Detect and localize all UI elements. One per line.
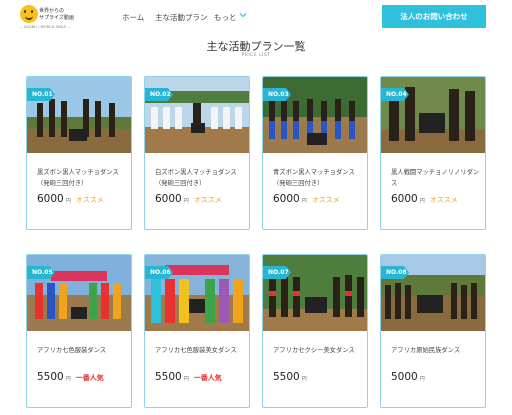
plan-price: 6000 xyxy=(273,193,300,205)
page-subtitle: PRICE LIST xyxy=(241,53,271,58)
plan-name: 青ズボン黒人マッチョダンス（発砲三回付き） xyxy=(273,169,355,187)
plan-price-row: 6000 円 オススメ xyxy=(273,193,340,205)
plan-card-7[interactable]: NO.07 アフリカセクシー美女ダンス 5500 円 xyxy=(262,254,368,408)
currency-label: 円 xyxy=(301,198,307,204)
recommend-tag: オススメ xyxy=(193,196,222,204)
plan-name: 白ズボン黒人マッチョダンス（発砲三回付き） xyxy=(155,169,237,187)
page-title: 主な活動プラン一覧 xyxy=(206,40,306,53)
plan-price-row: 6000 円 オススメ xyxy=(391,193,458,205)
plan-name: アフリカ原始民族ダンス xyxy=(391,347,461,354)
plan-number-badge: NO.01 xyxy=(27,88,55,101)
plan-price: 5500 xyxy=(273,371,300,383)
plan-number-badge: NO.08 xyxy=(381,266,409,279)
currency-label: 円 xyxy=(65,198,71,204)
plan-card-6[interactable]: NO.06 アフリカ七色服装美女ダンス 5500 円 一番人気 xyxy=(144,254,250,408)
nav-plans[interactable]: 主な活動プラン xyxy=(155,12,208,23)
plan-card-8[interactable]: NO.08 アフリカ原始民族ダンス 5000 円 xyxy=(380,254,486,408)
plan-number-badge: NO.07 xyxy=(263,266,291,279)
plan-name: アフリカ七色服装美女ダンス xyxy=(155,347,237,354)
plan-price-row: 5500 円 一番人気 xyxy=(37,371,104,383)
plan-card-3[interactable]: NO.03 青ズボン黒人マッチョダンス（発砲三回付き） 6000 円 オススメ xyxy=(262,76,368,230)
logo-text-line2: サプライズ動画 xyxy=(39,15,74,21)
site-logo[interactable]: 世界からの サプライズ動画 -- ASOBU / WORLD SMILE -- xyxy=(20,4,74,30)
plan-card-4[interactable]: NO.04 黒人戦闘マッチョノリノリダンス 6000 円 オススメ xyxy=(380,76,486,230)
popular-tag: 一番人気 xyxy=(193,374,222,382)
site-header: 世界からの サプライズ動画 -- ASOBU / WORLD SMILE -- … xyxy=(0,0,512,36)
plan-name: 黒ズボン黒人マッチョダンス（発砲三回付き） xyxy=(37,169,119,187)
plan-price: 6000 xyxy=(37,193,64,205)
plan-price-row: 5000 円 xyxy=(391,371,425,383)
recommend-tag: オススメ xyxy=(311,196,340,204)
logo-tagline: -- ASOBU / WORLD SMILE -- xyxy=(20,25,71,29)
recommend-tag: オススメ xyxy=(75,196,104,204)
plan-number-badge: NO.02 xyxy=(145,88,173,101)
plan-number-badge: NO.05 xyxy=(27,266,55,279)
plan-number-badge: NO.06 xyxy=(145,266,173,279)
popular-tag: 一番人気 xyxy=(75,374,104,382)
logo-text-line1: 世界からの xyxy=(39,8,65,14)
plan-card-2[interactable]: NO.02 白ズボン黒人マッチョダンス（発砲三回付き） 6000 円 オススメ xyxy=(144,76,250,230)
plan-price: 6000 xyxy=(391,193,418,205)
plan-price: 5500 xyxy=(155,371,182,383)
plan-price: 6000 xyxy=(155,193,182,205)
plan-card-5[interactable]: NO.05 アフリカ七色服装ダンス 5500 円 一番人気 xyxy=(26,254,132,408)
plan-price-row: 6000 円 オススメ xyxy=(37,193,104,205)
currency-label: 円 xyxy=(183,376,189,382)
plan-price-row: 6000 円 オススメ xyxy=(155,193,222,205)
plan-number-badge: NO.03 xyxy=(263,88,291,101)
smiley-sun-icon xyxy=(20,5,38,23)
plan-price: 5000 xyxy=(391,371,418,383)
currency-label: 円 xyxy=(419,198,425,204)
plan-name: アフリカセクシー美女ダンス xyxy=(273,347,355,354)
recommend-tag: オススメ xyxy=(429,196,458,204)
nav-more[interactable]: もっと xyxy=(214,12,237,23)
plan-price-row: 5500 円 一番人気 xyxy=(155,371,222,383)
corporate-contact-button[interactable]: 法人のお問い合わせ xyxy=(382,5,486,28)
plan-name: 黒人戦闘マッチョノリノリダンス xyxy=(391,169,480,187)
nav-home[interactable]: ホーム xyxy=(122,12,144,23)
plan-price-row: 5500 円 xyxy=(273,371,307,383)
currency-label: 円 xyxy=(301,376,307,382)
plan-number-badge: NO.04 xyxy=(381,88,409,101)
currency-label: 円 xyxy=(65,376,71,382)
currency-label: 円 xyxy=(183,198,189,204)
plan-name: アフリカ七色服装ダンス xyxy=(37,347,107,354)
chevron-down-icon[interactable] xyxy=(238,10,248,20)
currency-label: 円 xyxy=(419,376,425,382)
plan-card-1[interactable]: NO.01 黒ズボン黒人マッチョダンス（発砲三回付き） 6000 円 オススメ xyxy=(26,76,132,230)
plan-price: 5500 xyxy=(37,371,64,383)
